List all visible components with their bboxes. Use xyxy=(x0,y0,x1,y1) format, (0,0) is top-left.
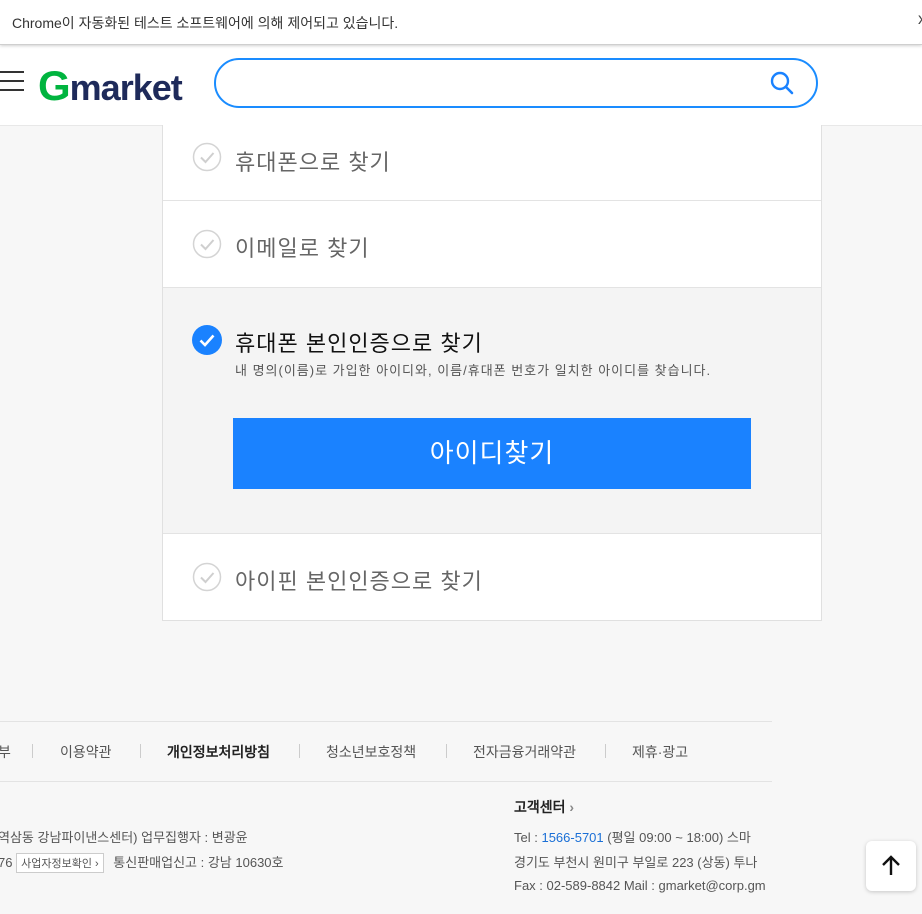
option-description: 내 명의(이름)로 가입한 아이디와, 이름/휴대폰 번호가 일치한 아이디를 … xyxy=(235,363,712,378)
cs-tel: Tel : 1566-5701 (평일 09:00 ~ 18:00) 스마 xyxy=(514,830,751,845)
option-phone[interactable]: 휴대폰으로 찾기 xyxy=(163,125,821,201)
automation-infobar: Chrome이 자동화된 테스트 소프트웨어에 의해 제어되고 있습니다. x xyxy=(0,0,922,45)
option-label: 이메일로 찾기 xyxy=(235,236,370,261)
unchecked-circle-icon[interactable] xyxy=(192,229,222,259)
business-info-button[interactable]: 사업자정보확인 › xyxy=(16,853,104,873)
footer-links: 부 이용약관 개인정보처리방침 청소년보호정책 전자금융거래약관 제휴·광고 xyxy=(0,721,772,782)
customer-center-link[interactable]: 고객센터 › xyxy=(514,797,574,817)
gmarket-logo[interactable]: Gmarket xyxy=(38,62,183,110)
scroll-top-button[interactable] xyxy=(866,841,916,891)
footer-link-terms[interactable]: 이용약관 xyxy=(60,742,112,762)
company-address: 역삼동 강남파이낸스센터) 업무집행자 : 변광윤 xyxy=(0,830,248,845)
chevron-right-icon: › xyxy=(569,799,575,815)
footer-link-privacy[interactable]: 개인정보처리방침 xyxy=(167,742,270,762)
footer-link-youth[interactable]: 청소년보호정책 xyxy=(326,742,416,762)
search-input[interactable] xyxy=(236,72,760,98)
find-id-button[interactable]: 아이디찾기 xyxy=(233,418,751,489)
tel-number[interactable]: 1566-5701 xyxy=(541,830,603,845)
search-icon[interactable] xyxy=(770,71,794,95)
site-header: Gmarket xyxy=(0,45,922,126)
option-ipin-auth[interactable]: 아이핀 본인인증으로 찾기 xyxy=(163,534,821,621)
option-label: 휴대폰으로 찾기 xyxy=(235,150,391,175)
footer-link-partner[interactable]: 제휴·광고 xyxy=(632,742,688,762)
checked-circle-icon[interactable] xyxy=(192,325,222,355)
cs-fax-mail: Fax : 02-589-8842 Mail : gmarket@corp.gm xyxy=(514,878,766,893)
footer-info: 역삼동 강남파이낸스센터) 업무집행자 : 변광윤 76 사업자정보확인 › 통… xyxy=(0,780,772,914)
option-email[interactable]: 이메일로 찾기 xyxy=(163,201,821,288)
find-id-panel: 휴대폰으로 찾기 이메일로 찾기 휴대폰 본인인증으로 찾기 내 명의(이름)로… xyxy=(162,125,822,621)
infobar-text: Chrome이 자동화된 테스트 소프트웨어에 의해 제어되고 있습니다. xyxy=(12,15,399,31)
hamburger-menu-icon[interactable] xyxy=(0,71,24,93)
unchecked-circle-icon[interactable] xyxy=(192,562,222,592)
cs-address: 경기도 부천시 원미구 부일로 223 (상동) 투나 xyxy=(514,855,758,870)
option-label: 휴대폰 본인인증으로 찾기 xyxy=(235,331,483,356)
option-phone-auth[interactable]: 휴대폰 본인인증으로 찾기 내 명의(이름)로 가입한 아이디와, 이름/휴대폰… xyxy=(163,288,821,534)
arrow-up-icon xyxy=(882,855,900,875)
business-registration: 76 사업자정보확인 › 통신판매업신고 : 강남 10630호 xyxy=(0,852,284,873)
unchecked-circle-icon[interactable] xyxy=(192,142,222,172)
infobar-close-icon[interactable]: x xyxy=(918,11,922,29)
option-label: 아이핀 본인인증으로 찾기 xyxy=(235,569,483,594)
footer-link-efinance[interactable]: 전자금융거래약관 xyxy=(473,742,576,762)
search-box xyxy=(214,58,818,108)
footer-link[interactable]: 부 xyxy=(0,742,11,762)
